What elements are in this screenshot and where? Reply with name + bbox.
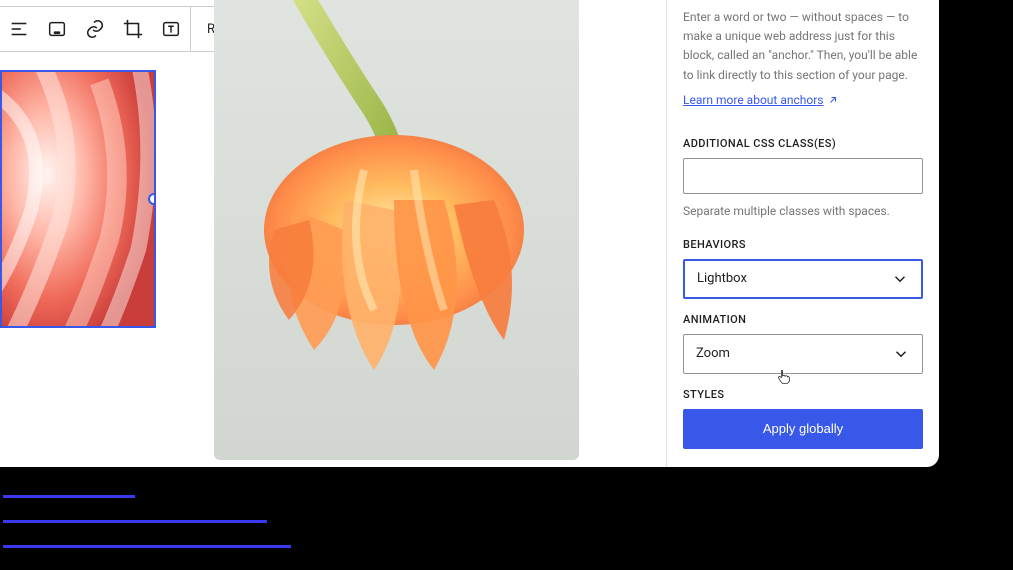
decorative-bars xyxy=(3,495,291,570)
behaviors-select[interactable]: Lightbox xyxy=(683,259,923,299)
animation-select[interactable]: Zoom xyxy=(683,334,923,374)
link-icon[interactable] xyxy=(76,7,114,51)
bar-3 xyxy=(3,545,291,548)
external-link-icon xyxy=(827,94,839,106)
apply-globally-button[interactable]: Apply globally xyxy=(683,409,923,449)
chevron-down-icon xyxy=(891,270,909,288)
crop-icon[interactable] xyxy=(114,7,152,51)
text-overlay-icon[interactable] xyxy=(152,7,190,51)
caption-icon[interactable] xyxy=(38,7,76,51)
styles-label: STYLES xyxy=(683,388,923,401)
block-settings-sidebar: Enter a word or two — without spaces — t… xyxy=(667,0,939,467)
learn-more-label: Learn more about anchors xyxy=(683,93,823,107)
learn-more-anchors-link[interactable]: Learn more about anchors xyxy=(683,93,839,107)
bar-2 xyxy=(3,520,267,523)
css-classes-input[interactable] xyxy=(683,158,923,194)
behaviors-value: Lightbox xyxy=(697,271,747,286)
image-flower-1 xyxy=(2,72,154,326)
animation-value: Zoom xyxy=(696,346,730,361)
css-classes-label: ADDITIONAL CSS CLASS(ES) xyxy=(683,137,923,150)
bar-1 xyxy=(3,495,135,498)
image-flower-2[interactable] xyxy=(214,0,579,460)
chevron-down-icon xyxy=(892,345,910,363)
css-classes-caption: Separate multiple classes with spaces. xyxy=(683,202,923,220)
editor-canvas: Replace xyxy=(0,0,667,467)
selected-image-block[interactable] xyxy=(0,70,156,328)
anchor-help-text: Enter a word or two — without spaces — t… xyxy=(683,8,923,85)
align-icon[interactable] xyxy=(0,7,38,51)
animation-label: ANIMATION xyxy=(683,313,923,326)
behaviors-label: BEHAVIORS xyxy=(683,238,923,251)
resize-handle[interactable] xyxy=(148,193,156,205)
app-frame: Replace xyxy=(0,0,939,467)
